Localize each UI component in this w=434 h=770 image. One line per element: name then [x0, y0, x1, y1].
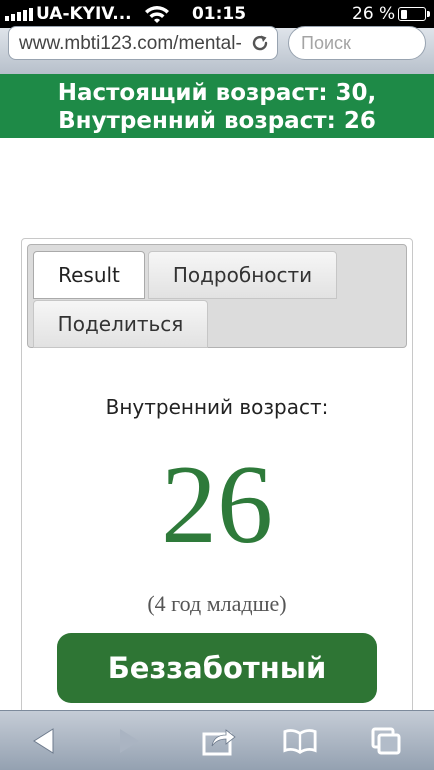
- tab-result[interactable]: Result: [33, 251, 145, 299]
- bookmarks-button[interactable]: [283, 725, 317, 757]
- battery-icon: [398, 7, 430, 21]
- carrier-name: UA-KYIV...: [36, 4, 132, 24]
- url-field[interactable]: www.mbti123.com/mental-age: [8, 26, 278, 60]
- browser-toolbar: [0, 710, 434, 770]
- share-button[interactable]: [202, 725, 236, 757]
- back-button[interactable]: [27, 725, 61, 757]
- battery-percentage: 26 %: [352, 4, 396, 24]
- reload-icon[interactable]: [249, 32, 271, 54]
- age-difference: (4 год младше): [147, 591, 287, 616]
- back-icon[interactable]: [31, 727, 57, 755]
- personality-type-badge: Беззаботный: [57, 633, 377, 703]
- clock: 01:15: [191, 4, 247, 24]
- status-bar: UA-KYIV... 01:15 26 %: [0, 0, 434, 28]
- tab-bar: Result Подробности Поделиться: [27, 244, 407, 348]
- inner-age-line: Внутренний возраст: 26: [58, 108, 376, 134]
- inner-age-label: Внутренний возраст:: [105, 395, 329, 419]
- wifi-icon: [144, 5, 170, 28]
- share-icon[interactable]: [202, 726, 236, 756]
- inner-age-value: 26: [161, 443, 273, 567]
- url-text[interactable]: www.mbti123.com/mental-age: [19, 33, 241, 55]
- signal-strength-icon: [5, 8, 33, 21]
- tabs-icon[interactable]: [370, 726, 402, 756]
- result-card: Result Подробности Поделиться Внутренний…: [21, 238, 413, 718]
- page-header: Настоящий возраст: 30, Внутренний возрас…: [0, 74, 434, 138]
- tabs-button[interactable]: [369, 725, 403, 757]
- search-field[interactable]: [288, 26, 426, 60]
- address-bar: www.mbti123.com/mental-age: [0, 26, 434, 74]
- battery-level: [400, 9, 407, 19]
- tab-share[interactable]: Поделиться: [33, 300, 208, 348]
- search-input[interactable]: [301, 32, 415, 54]
- tab-details[interactable]: Подробности: [148, 251, 337, 299]
- forward-icon[interactable]: [116, 727, 142, 755]
- real-age-line: Настоящий возраст: 30,: [57, 80, 377, 106]
- bookmarks-icon[interactable]: [283, 727, 317, 755]
- forward-button[interactable]: [112, 725, 146, 757]
